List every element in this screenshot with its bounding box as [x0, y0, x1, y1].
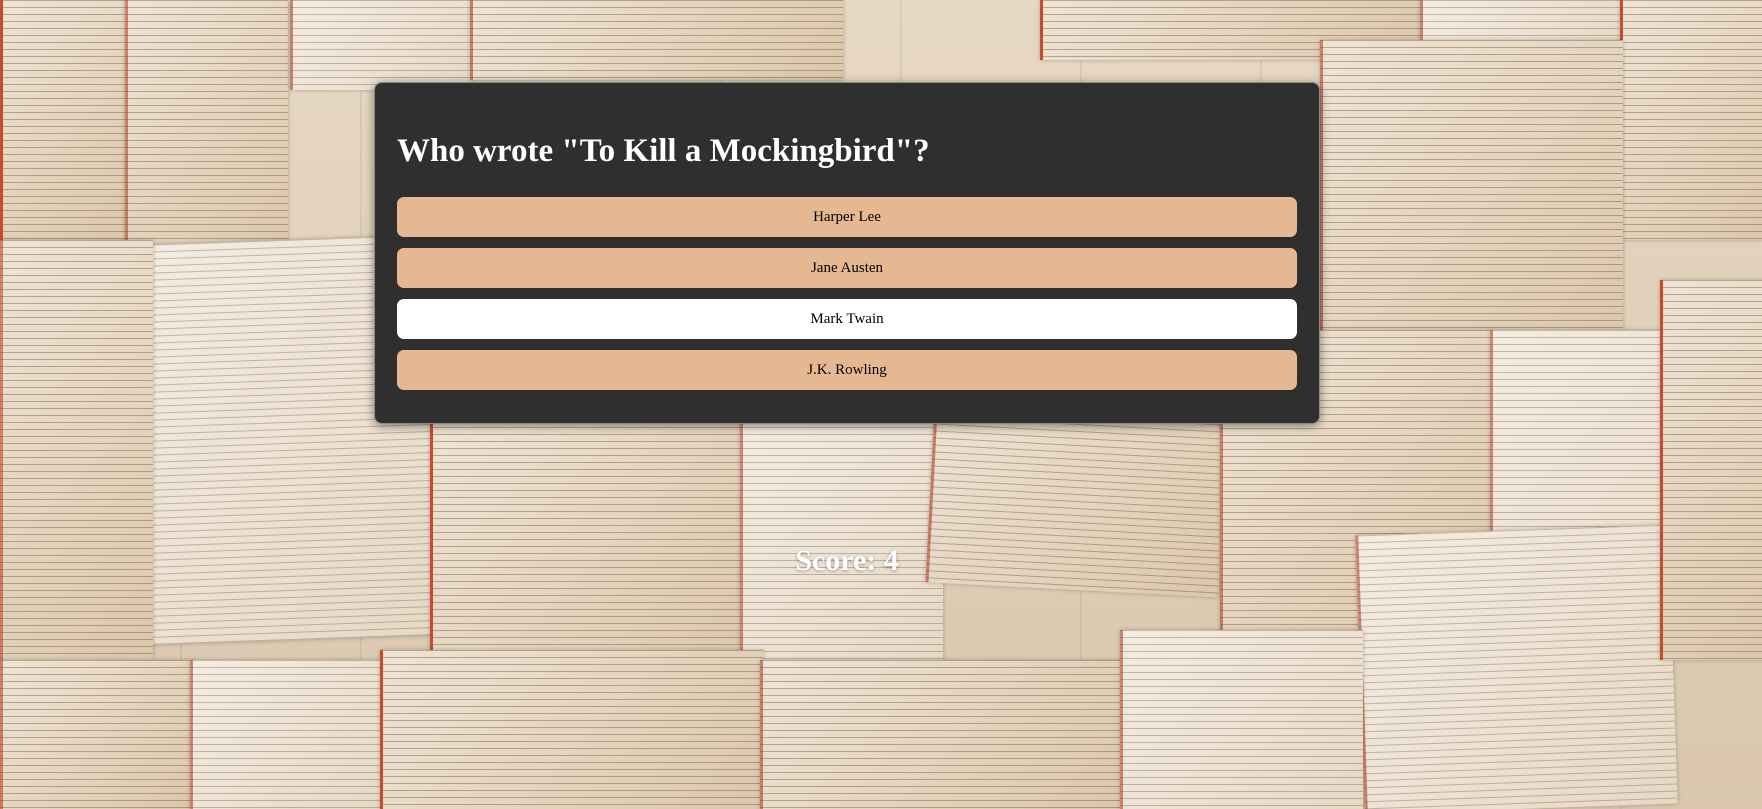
- book-page-image: [0, 240, 153, 660]
- book-page-image: [0, 660, 193, 809]
- answer-button-mark-twain[interactable]: Mark Twain: [397, 299, 1297, 339]
- answer-button-jk-rowling[interactable]: J.K. Rowling: [397, 350, 1297, 390]
- book-page-image: [190, 660, 383, 809]
- book-page-image: [1320, 40, 1623, 340]
- answer-list: Harper Lee Jane Austen Mark Twain J.K. R…: [397, 197, 1297, 401]
- book-page-image: [125, 0, 288, 250]
- answer-button-harper-lee[interactable]: Harper Lee: [397, 197, 1297, 237]
- book-page-image: [760, 660, 1123, 809]
- answer-button-jane-austen[interactable]: Jane Austen: [397, 248, 1297, 288]
- book-page-image: [0, 0, 128, 240]
- book-page-image: [1620, 0, 1762, 240]
- book-page-image: [1120, 630, 1363, 809]
- book-page-image: [1660, 280, 1762, 660]
- quiz-card: Who wrote "To Kill a Mockingbird"? Harpe…: [374, 82, 1320, 424]
- book-page-image: [470, 0, 843, 80]
- book-page-image: [290, 0, 473, 90]
- book-page-image: [380, 650, 763, 809]
- question-text: Who wrote "To Kill a Mockingbird"?: [397, 133, 930, 169]
- score-display: Score: 4: [795, 544, 899, 577]
